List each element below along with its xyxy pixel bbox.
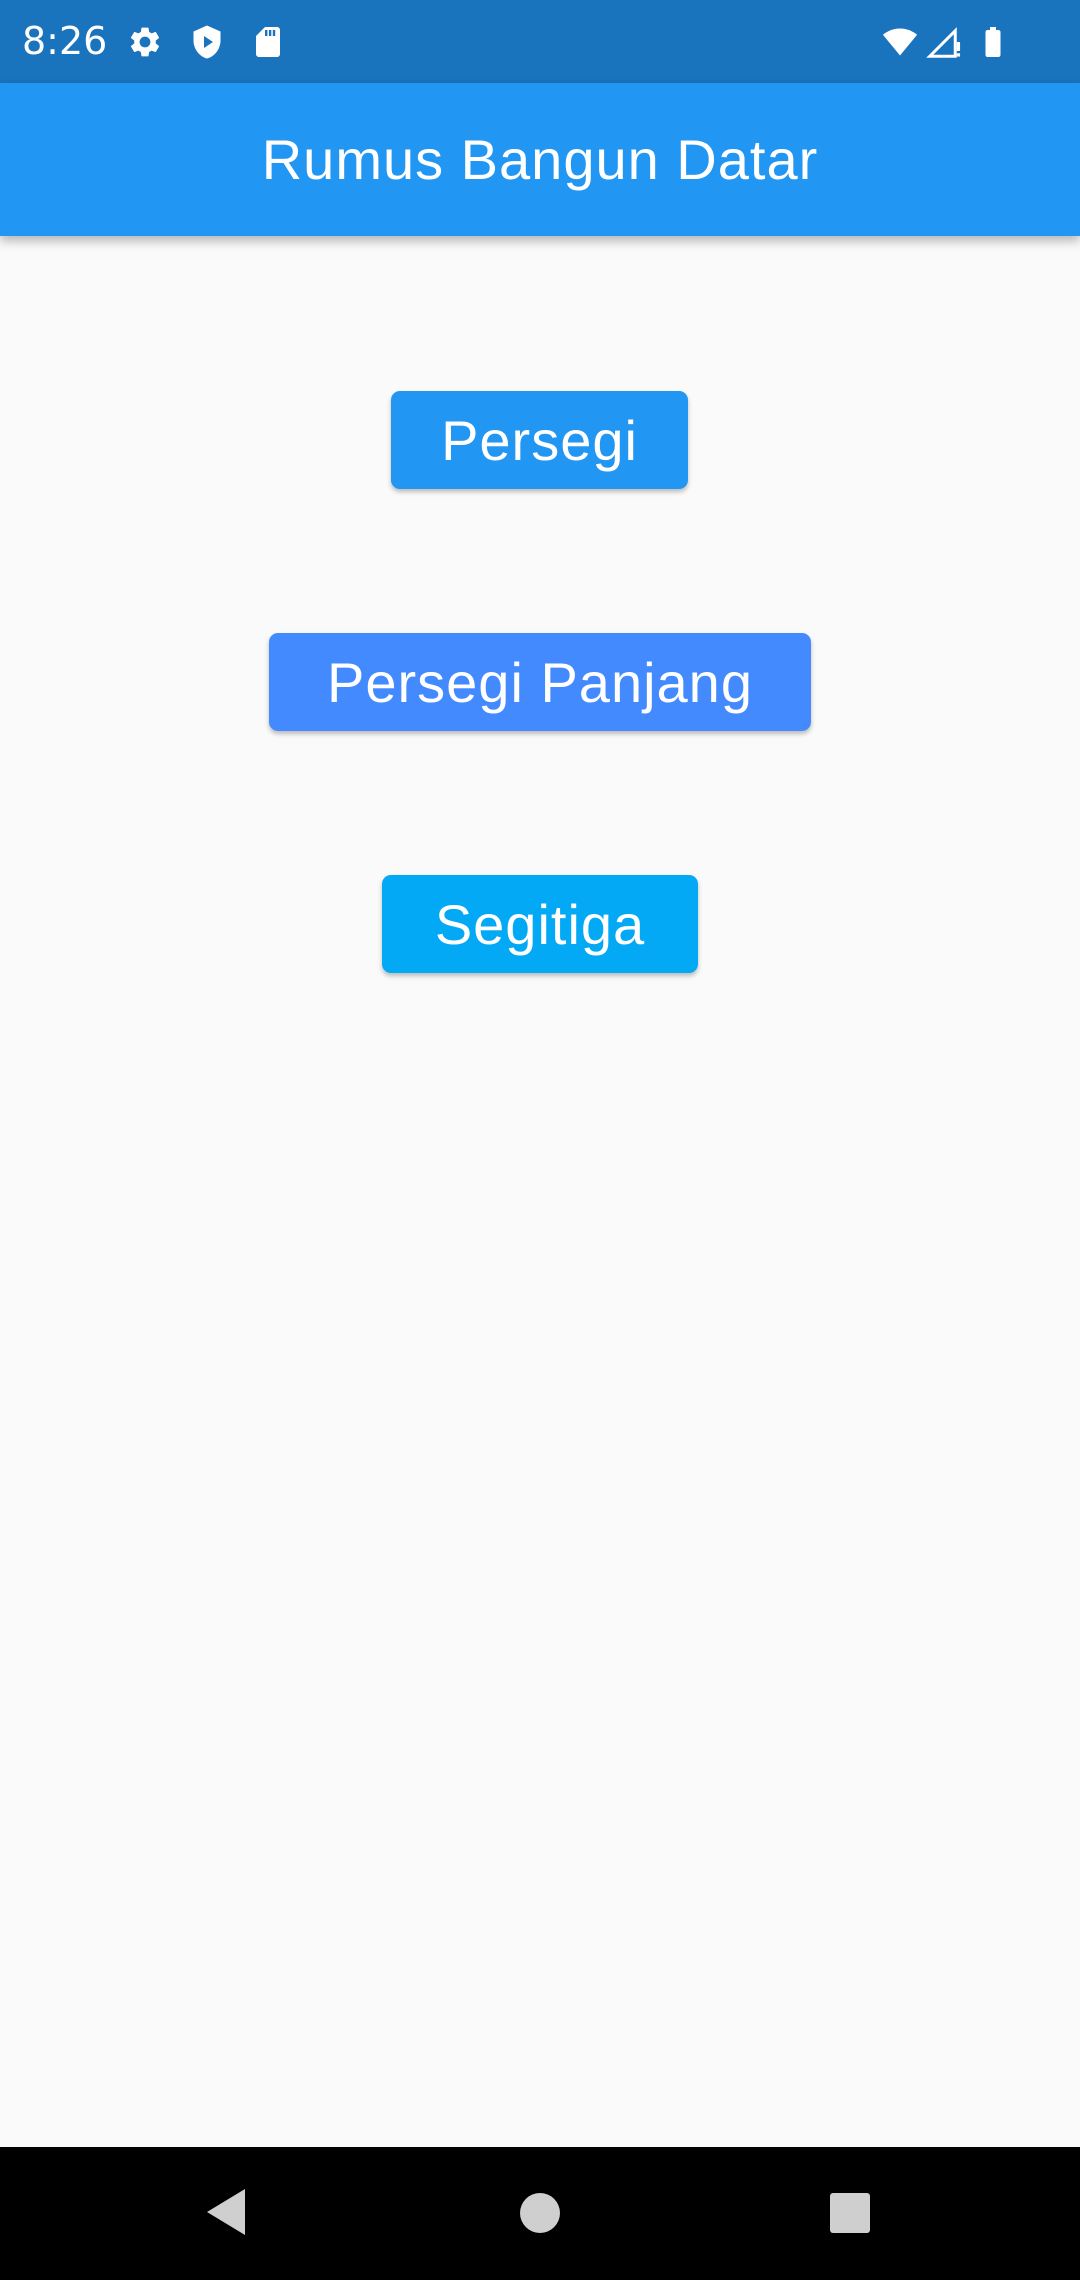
play-protect-icon	[189, 24, 225, 60]
battery-icon	[975, 24, 1011, 60]
status-bar: 8:26	[0, 0, 1080, 83]
page-title: Rumus Bangun Datar	[261, 128, 819, 191]
sd-card-icon	[250, 24, 286, 60]
persegi-button[interactable]: Persegi	[391, 391, 688, 489]
cell-signal-icon	[926, 24, 962, 60]
persegi-panjang-button[interactable]: Persegi Panjang	[269, 633, 811, 731]
recents-icon[interactable]	[810, 2173, 890, 2253]
app-bar: Rumus Bangun Datar	[0, 83, 1080, 236]
navigation-bar	[0, 2147, 1080, 2280]
back-icon[interactable]	[187, 2173, 267, 2253]
segitiga-button[interactable]: Segitiga	[382, 875, 698, 973]
home-icon[interactable]	[500, 2173, 580, 2253]
settings-icon	[127, 24, 163, 60]
wifi-icon	[882, 24, 918, 60]
status-time: 8:26	[22, 19, 108, 63]
